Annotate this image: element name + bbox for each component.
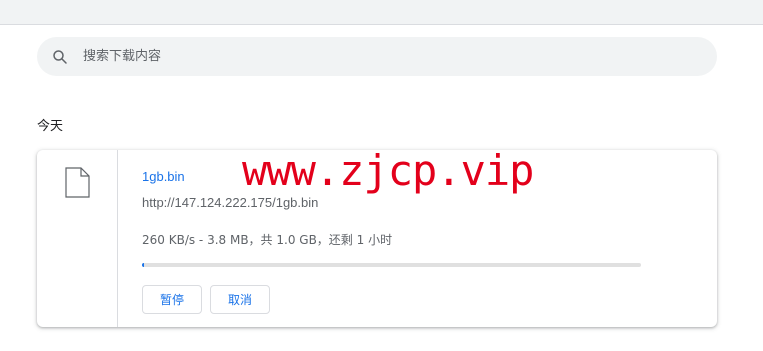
- pause-button[interactable]: 暂停: [142, 285, 202, 314]
- search-icon[interactable]: [51, 48, 69, 66]
- download-source-url: http://147.124.222.175/1gb.bin: [142, 195, 319, 210]
- search-bar[interactable]: [37, 37, 717, 76]
- file-icon-column: [37, 150, 118, 327]
- watermark-text: www.zjcp.vip: [242, 146, 534, 195]
- download-progress-fill: [142, 263, 144, 267]
- search-input[interactable]: [83, 37, 683, 76]
- download-status-text: 260 KB/s - 3.8 MB，共 1.0 GB，还剩 1 小时: [142, 233, 393, 247]
- cancel-button[interactable]: 取消: [210, 285, 270, 314]
- date-section-title: 今天: [37, 119, 64, 134]
- top-bar: [0, 0, 763, 25]
- file-icon: [65, 167, 90, 198]
- download-filename-link[interactable]: 1gb.bin: [142, 169, 185, 184]
- download-progress-bar: [142, 263, 641, 267]
